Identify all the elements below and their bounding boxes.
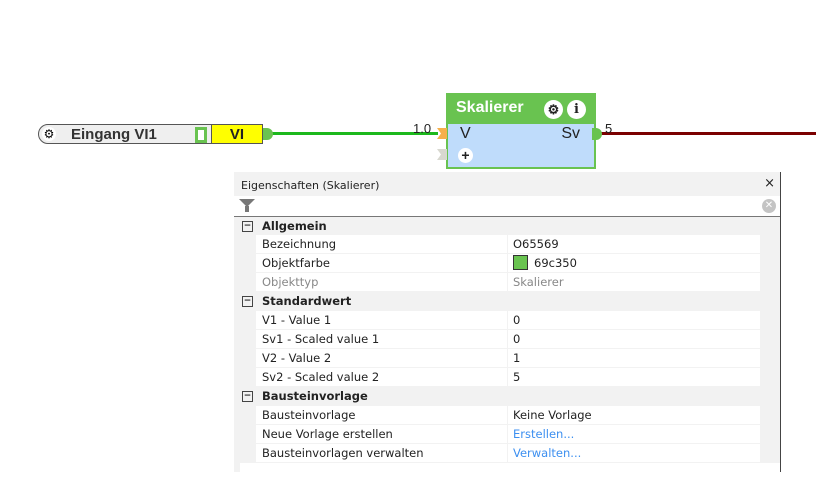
color-swatch[interactable]: [513, 255, 528, 270]
wire-output[interactable]: [600, 132, 816, 135]
add-input-icon[interactable]: +: [458, 148, 473, 163]
block-title: Skalierer: [456, 99, 524, 116]
add-port[interactable]: [437, 149, 447, 160]
input-port[interactable]: [437, 128, 447, 139]
property-row[interactable]: V1 - Value 10: [234, 311, 780, 330]
property-row: Objekttyp Skalierer: [234, 273, 780, 292]
gear-icon[interactable]: ⚙: [42, 127, 56, 141]
empty-area: [240, 463, 780, 482]
info-icon[interactable]: i: [567, 100, 586, 119]
property-row[interactable]: Sv2 - Scaled value 25: [234, 368, 780, 387]
property-row[interactable]: Bezeichnung O65569: [234, 235, 780, 254]
clear-filter-icon[interactable]: ✕: [762, 199, 776, 213]
category-allgemein[interactable]: − Allgemein: [234, 217, 780, 236]
input-node-label: Eingang VI1: [71, 126, 157, 143]
output-port[interactable]: [263, 128, 273, 140]
gear-icon[interactable]: ⚙: [544, 100, 563, 119]
collapse-icon[interactable]: −: [242, 221, 253, 232]
filter-input[interactable]: ✕: [234, 196, 780, 217]
output-value-label: 5: [605, 121, 613, 136]
collapse-icon[interactable]: −: [242, 296, 253, 307]
skalierer-block[interactable]: Skalierer ⚙ i V Sv +: [446, 93, 596, 169]
output-port[interactable]: [592, 128, 602, 140]
state-icon: [195, 127, 207, 143]
input-type: VI: [211, 124, 263, 144]
input-port-label: V: [460, 125, 471, 142]
manage-templates-link[interactable]: Verwalten...: [508, 444, 760, 462]
input-node[interactable]: ⚙ Eingang VI1 VI: [38, 124, 273, 144]
property-row[interactable]: Sv1 - Scaled value 10: [234, 330, 780, 349]
create-template-link[interactable]: Erstellen...: [508, 425, 760, 443]
category-bausteinvorlage[interactable]: − Bausteinvorlage: [234, 387, 780, 406]
output-port-label: Sv: [561, 125, 580, 142]
property-row[interactable]: Neue Vorlage erstellen Erstellen...: [234, 425, 780, 444]
property-row[interactable]: Objektfarbe 69c350: [234, 254, 780, 273]
collapse-icon[interactable]: −: [242, 391, 253, 402]
close-icon[interactable]: ×: [764, 176, 775, 191]
property-row[interactable]: Bausteinvorlagen verwalten Verwalten...: [234, 444, 780, 463]
input-value-label: 1.0: [413, 121, 432, 136]
category-standardwert[interactable]: − Standardwert: [234, 292, 780, 311]
property-row[interactable]: Bausteinvorlage Keine Vorlage: [234, 406, 780, 425]
properties-panel: Eigenschaften (Skalierer) × ✕ − Allgemein…: [234, 172, 781, 482]
panel-title: Eigenschaften (Skalierer): [241, 179, 380, 192]
property-row[interactable]: V2 - Value 21: [234, 349, 780, 368]
